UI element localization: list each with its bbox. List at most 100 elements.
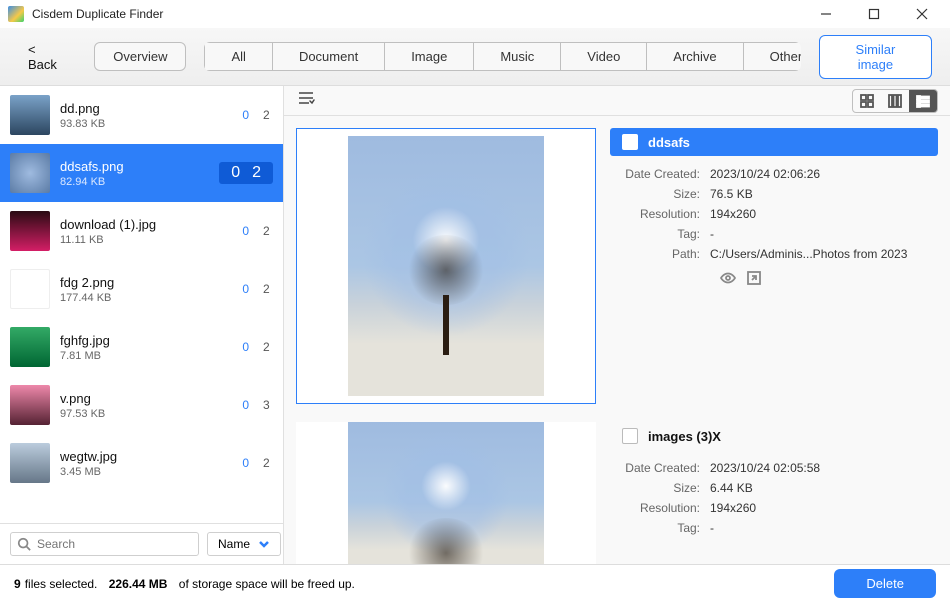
value-resolution: 194x260 bbox=[710, 207, 756, 221]
tab-archive[interactable]: Archive bbox=[646, 42, 742, 71]
value-date-created: 2023/10/24 02:06:26 bbox=[710, 167, 820, 181]
search-input[interactable] bbox=[37, 537, 192, 551]
label-tag: Tag: bbox=[610, 227, 710, 241]
value-size: 76.5 KB bbox=[710, 187, 753, 201]
tab-all[interactable]: All bbox=[204, 42, 271, 71]
close-button[interactable] bbox=[902, 0, 942, 28]
detail-header[interactable]: images (3)X bbox=[610, 422, 938, 450]
preview-image bbox=[348, 422, 544, 564]
file-meta: fdg 2.png 177.44 KB bbox=[60, 275, 223, 304]
checkbox-icon[interactable] bbox=[622, 134, 638, 150]
file-meta: fghfg.jpg 7.81 MB bbox=[60, 333, 223, 362]
app-icon bbox=[8, 6, 24, 22]
preview-image bbox=[348, 136, 544, 396]
chevron-down-icon bbox=[258, 538, 270, 550]
view-columns-button[interactable] bbox=[881, 90, 909, 112]
label-resolution: Resolution: bbox=[610, 501, 710, 515]
sort-select[interactable]: Name bbox=[207, 532, 281, 556]
sidebar: dd.png 93.83 KB 02 ddsafs.png 82.94 KB 0… bbox=[0, 86, 284, 564]
preview-item: images (3)X Date Created:2023/10/24 02:0… bbox=[296, 422, 938, 564]
view-grid-button[interactable] bbox=[853, 90, 881, 112]
main-toolbar bbox=[284, 86, 950, 116]
preview-image-frame[interactable] bbox=[296, 422, 596, 564]
file-meta: v.png 97.53 KB bbox=[60, 391, 223, 420]
file-meta: wegtw.jpg 3.45 MB bbox=[60, 449, 223, 478]
label-tag: Tag: bbox=[610, 521, 710, 535]
file-name: ddsafs.png bbox=[60, 159, 209, 174]
file-list[interactable]: dd.png 93.83 KB 02 ddsafs.png 82.94 KB 0… bbox=[0, 86, 283, 523]
file-size: 7.81 MB bbox=[60, 350, 223, 362]
tab-video[interactable]: Video bbox=[560, 42, 646, 71]
preview-item: ddsafs Date Created:2023/10/24 02:06:26 … bbox=[296, 128, 938, 404]
checkbox-icon[interactable] bbox=[622, 428, 638, 444]
tab-other[interactable]: Other bbox=[743, 42, 801, 71]
list-item[interactable]: dd.png 93.83 KB 02 bbox=[0, 86, 283, 144]
status-count: 9 bbox=[14, 577, 21, 591]
value-path: C:/Users/Adminis...Photos from 2023 bbox=[710, 247, 907, 261]
category-tabs: All Document Image Music Video Archive O… bbox=[204, 42, 800, 71]
label-date-created: Date Created: bbox=[610, 167, 710, 181]
label-resolution: Resolution: bbox=[610, 207, 710, 221]
label-path: Path: bbox=[610, 247, 710, 261]
similar-image-button[interactable]: Similar image bbox=[819, 35, 932, 79]
status-count-label: files selected. bbox=[25, 577, 98, 591]
preview-area[interactable]: ddsafs Date Created:2023/10/24 02:06:26 … bbox=[284, 116, 950, 564]
tab-image[interactable]: Image bbox=[384, 42, 473, 71]
list-item[interactable]: fdg 2.png 177.44 KB 02 bbox=[0, 260, 283, 318]
minimize-button[interactable] bbox=[806, 0, 846, 28]
search-icon bbox=[17, 537, 31, 551]
list-item[interactable]: ddsafs.png 82.94 KB 02 bbox=[0, 144, 283, 202]
count-group: 02 bbox=[233, 456, 273, 470]
value-resolution: 194x260 bbox=[710, 501, 756, 515]
sidebar-bottom: Name bbox=[0, 523, 283, 564]
list-item[interactable]: v.png 97.53 KB 03 bbox=[0, 376, 283, 434]
overview-button[interactable]: Overview bbox=[94, 42, 186, 71]
filter-button[interactable] bbox=[296, 88, 316, 113]
detail-title: images (3)X bbox=[648, 429, 721, 444]
file-size: 82.94 KB bbox=[60, 176, 209, 188]
back-button[interactable]: < Back bbox=[18, 38, 76, 76]
file-thumbnail bbox=[10, 443, 50, 483]
delete-button[interactable]: Delete bbox=[834, 569, 936, 598]
list-item[interactable]: fghfg.jpg 7.81 MB 02 bbox=[0, 318, 283, 376]
sort-select-label: Name bbox=[218, 537, 250, 551]
maximize-button[interactable] bbox=[854, 0, 894, 28]
value-date-created: 2023/10/24 02:05:58 bbox=[710, 461, 820, 475]
file-thumbnail bbox=[10, 95, 50, 135]
preview-detail: images (3)X Date Created:2023/10/24 02:0… bbox=[610, 422, 938, 564]
file-meta: ddsafs.png 82.94 KB bbox=[60, 159, 209, 188]
tab-document[interactable]: Document bbox=[272, 42, 384, 71]
eye-icon[interactable] bbox=[720, 270, 736, 286]
file-thumbnail bbox=[10, 211, 50, 251]
label-date-created: Date Created: bbox=[610, 461, 710, 475]
list-item[interactable]: download (1).jpg 11.11 KB 02 bbox=[0, 202, 283, 260]
label-size: Size: bbox=[610, 187, 710, 201]
preview-image-frame[interactable] bbox=[296, 128, 596, 404]
detail-header[interactable]: ddsafs bbox=[610, 128, 938, 156]
file-size: 3.45 MB bbox=[60, 466, 223, 478]
file-size: 93.83 KB bbox=[60, 118, 223, 130]
content: dd.png 93.83 KB 02 ddsafs.png 82.94 KB 0… bbox=[0, 86, 950, 564]
tab-music[interactable]: Music bbox=[473, 42, 560, 71]
count-group: 02 bbox=[233, 340, 273, 354]
label-size: Size: bbox=[610, 481, 710, 495]
file-size: 177.44 KB bbox=[60, 292, 223, 304]
status-size: 226.44 MB bbox=[109, 577, 168, 591]
list-item[interactable]: wegtw.jpg 3.45 MB 02 bbox=[0, 434, 283, 492]
file-name: wegtw.jpg bbox=[60, 449, 223, 464]
view-toggle bbox=[852, 89, 938, 113]
count-chip: 02 bbox=[219, 162, 273, 184]
external-link-icon[interactable] bbox=[746, 270, 762, 286]
file-name: fghfg.jpg bbox=[60, 333, 223, 348]
statusbar: 9 files selected. 226.44 MB of storage s… bbox=[0, 564, 950, 602]
detail-title: ddsafs bbox=[648, 135, 690, 150]
count-group: 02 bbox=[233, 224, 273, 238]
titlebar: Cisdem Duplicate Finder bbox=[0, 0, 950, 28]
file-thumbnail bbox=[10, 269, 50, 309]
search-input-wrap[interactable] bbox=[10, 532, 199, 556]
value-tag: - bbox=[710, 521, 714, 535]
view-list-button[interactable] bbox=[909, 90, 937, 112]
top-toolbar: < Back Overview All Document Image Music… bbox=[0, 28, 950, 86]
file-thumbnail bbox=[10, 327, 50, 367]
file-size: 97.53 KB bbox=[60, 408, 223, 420]
